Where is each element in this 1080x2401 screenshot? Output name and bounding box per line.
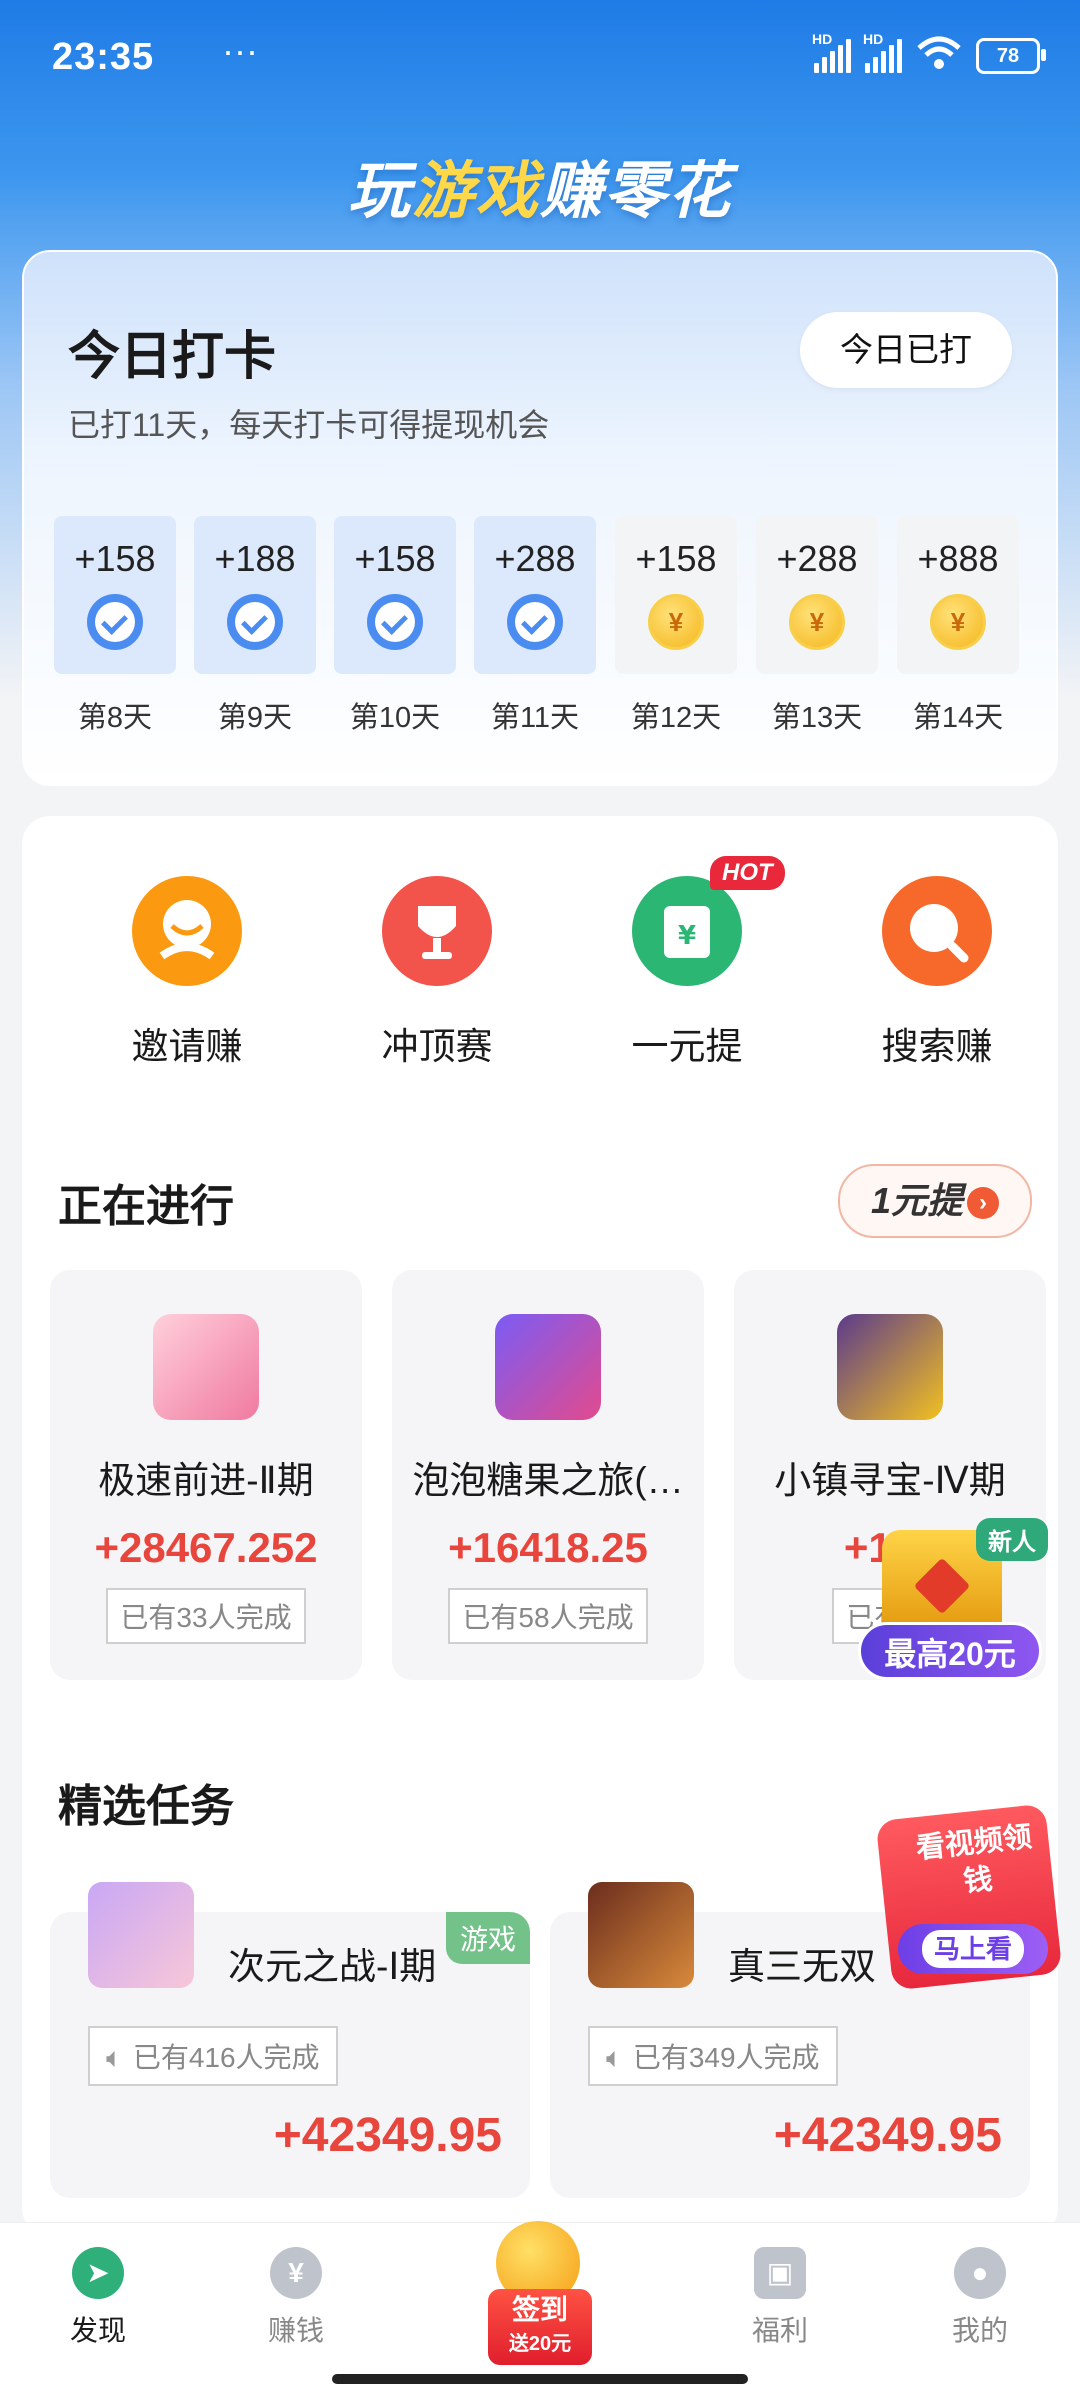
tab-earn[interactable]: ¥ 赚钱 xyxy=(226,2247,366,2349)
task-card[interactable]: 次元之战-Ⅰ期 游戏 🔈︎ 已有416人完成 +42349.95 xyxy=(50,1882,530,2198)
tournament-button[interactable]: 冲顶赛 xyxy=(312,876,562,1070)
checkin-title: 今日打卡 xyxy=(68,328,277,386)
home-indicator xyxy=(332,2374,748,2384)
tab-welfare[interactable]: ▣ 福利 xyxy=(710,2247,850,2349)
newbie-chest-float[interactable]: 新人 最高20元 xyxy=(856,1510,1056,1700)
status-more-icon: ··· xyxy=(222,30,258,71)
status-bar: 23:35 ··· HD HD 78 xyxy=(0,0,1080,110)
game-tag: 游戏 xyxy=(445,1912,530,1964)
checkin-day: +888 ¥ 第14天 xyxy=(897,516,1019,736)
gift-icon: ▣ xyxy=(754,2247,806,2299)
check-icon xyxy=(367,594,423,650)
svg-text:¥: ¥ xyxy=(678,921,696,951)
invite-earn-button[interactable]: 邀请赚 xyxy=(62,876,312,1070)
new-user-badge: 新人 xyxy=(976,1518,1048,1561)
game-icon xyxy=(495,1314,601,1420)
chevron-right-icon: › xyxy=(967,1187,1000,1220)
compass-icon: ➤ xyxy=(72,2247,124,2299)
checkin-day: +158 第10天 xyxy=(334,516,456,736)
one-yuan-pill-button[interactable]: 1元提 › xyxy=(838,1164,1032,1238)
game-icon xyxy=(837,1314,943,1420)
game-icon xyxy=(88,1882,194,1988)
status-time: 23:35 xyxy=(52,36,155,78)
check-icon xyxy=(227,594,283,650)
banner-title: 玩游戏赚零花 xyxy=(347,157,733,226)
invite-icon xyxy=(132,876,242,986)
coin-icon: ¥ xyxy=(789,594,845,650)
checkin-center-button[interactable]: 签到 送20元 xyxy=(474,2213,604,2365)
check-icon xyxy=(87,594,143,650)
quick-actions: 邀请赚 冲顶赛 ¥ HOT 一元提 搜索赚 xyxy=(22,856,1058,1076)
checkin-day: +158 第8天 xyxy=(54,516,176,736)
checkin-day: +188 第9天 xyxy=(194,516,316,736)
game-icon xyxy=(153,1314,259,1420)
wifi-icon xyxy=(916,36,962,75)
withdraw-icon: ¥ xyxy=(632,876,742,986)
user-icon: ● xyxy=(954,2247,1006,2299)
game-card[interactable]: 极速前进-Ⅱ期 +28467.252 已有33人完成 xyxy=(50,1270,362,1680)
speaker-icon: 🔈︎ xyxy=(106,2042,123,2073)
coin-icon: ¥ xyxy=(930,594,986,650)
coin-icon: ¥ xyxy=(648,594,704,650)
tab-discover[interactable]: ➤ 发现 xyxy=(28,2247,168,2349)
check-icon xyxy=(507,594,563,650)
game-icon xyxy=(588,1882,694,1988)
checkin-day: +288 第11天 xyxy=(474,516,596,736)
checkin-card: 今日打卡 已打11天，每天打卡可得提现机会 今日已打 +158 第8天 +188 第9… xyxy=(22,250,1058,786)
checkin-days: +158 第8天 +188 第9天 +158 第10天 +288 第11天 +158 ¥ 第12天 +… xyxy=(54,516,1034,734)
battery-icon: 78 xyxy=(976,37,1046,74)
checkin-day: +288 ¥ 第13天 xyxy=(756,516,878,736)
signal-icon: HD xyxy=(812,31,851,73)
checkin-day: +158 ¥ 第12天 xyxy=(615,516,737,736)
search-earn-button[interactable]: 搜索赚 xyxy=(812,876,1062,1070)
speaker-icon: 🔈︎ xyxy=(606,2042,623,2073)
search-icon xyxy=(882,876,992,986)
ongoing-section-title: 正在进行 xyxy=(58,1170,234,1238)
checkin-subtitle: 已打11天，每天打卡可得提现机会 xyxy=(68,407,550,443)
checkin-button[interactable]: 今日已打 xyxy=(800,312,1012,388)
yuan-icon: ¥ xyxy=(270,2247,322,2299)
game-card[interactable]: 泡泡糖果之旅(… +16418.25 已有58人完成 xyxy=(392,1270,704,1680)
chest-reward-label: 最高20元 xyxy=(858,1622,1042,1680)
watch-video-float[interactable]: 看视频领钱 马上看 xyxy=(872,1803,1072,1994)
hot-badge: HOT xyxy=(710,856,785,890)
trophy-icon xyxy=(382,876,492,986)
signal-icon: HD xyxy=(863,31,902,73)
watch-now-button[interactable]: 马上看 xyxy=(921,1930,1024,1968)
one-yuan-withdraw-button[interactable]: ¥ HOT 一元提 xyxy=(562,856,812,1070)
tab-me[interactable]: ● 我的 xyxy=(910,2247,1050,2349)
featured-section-title: 精选任务 xyxy=(58,1770,234,1838)
